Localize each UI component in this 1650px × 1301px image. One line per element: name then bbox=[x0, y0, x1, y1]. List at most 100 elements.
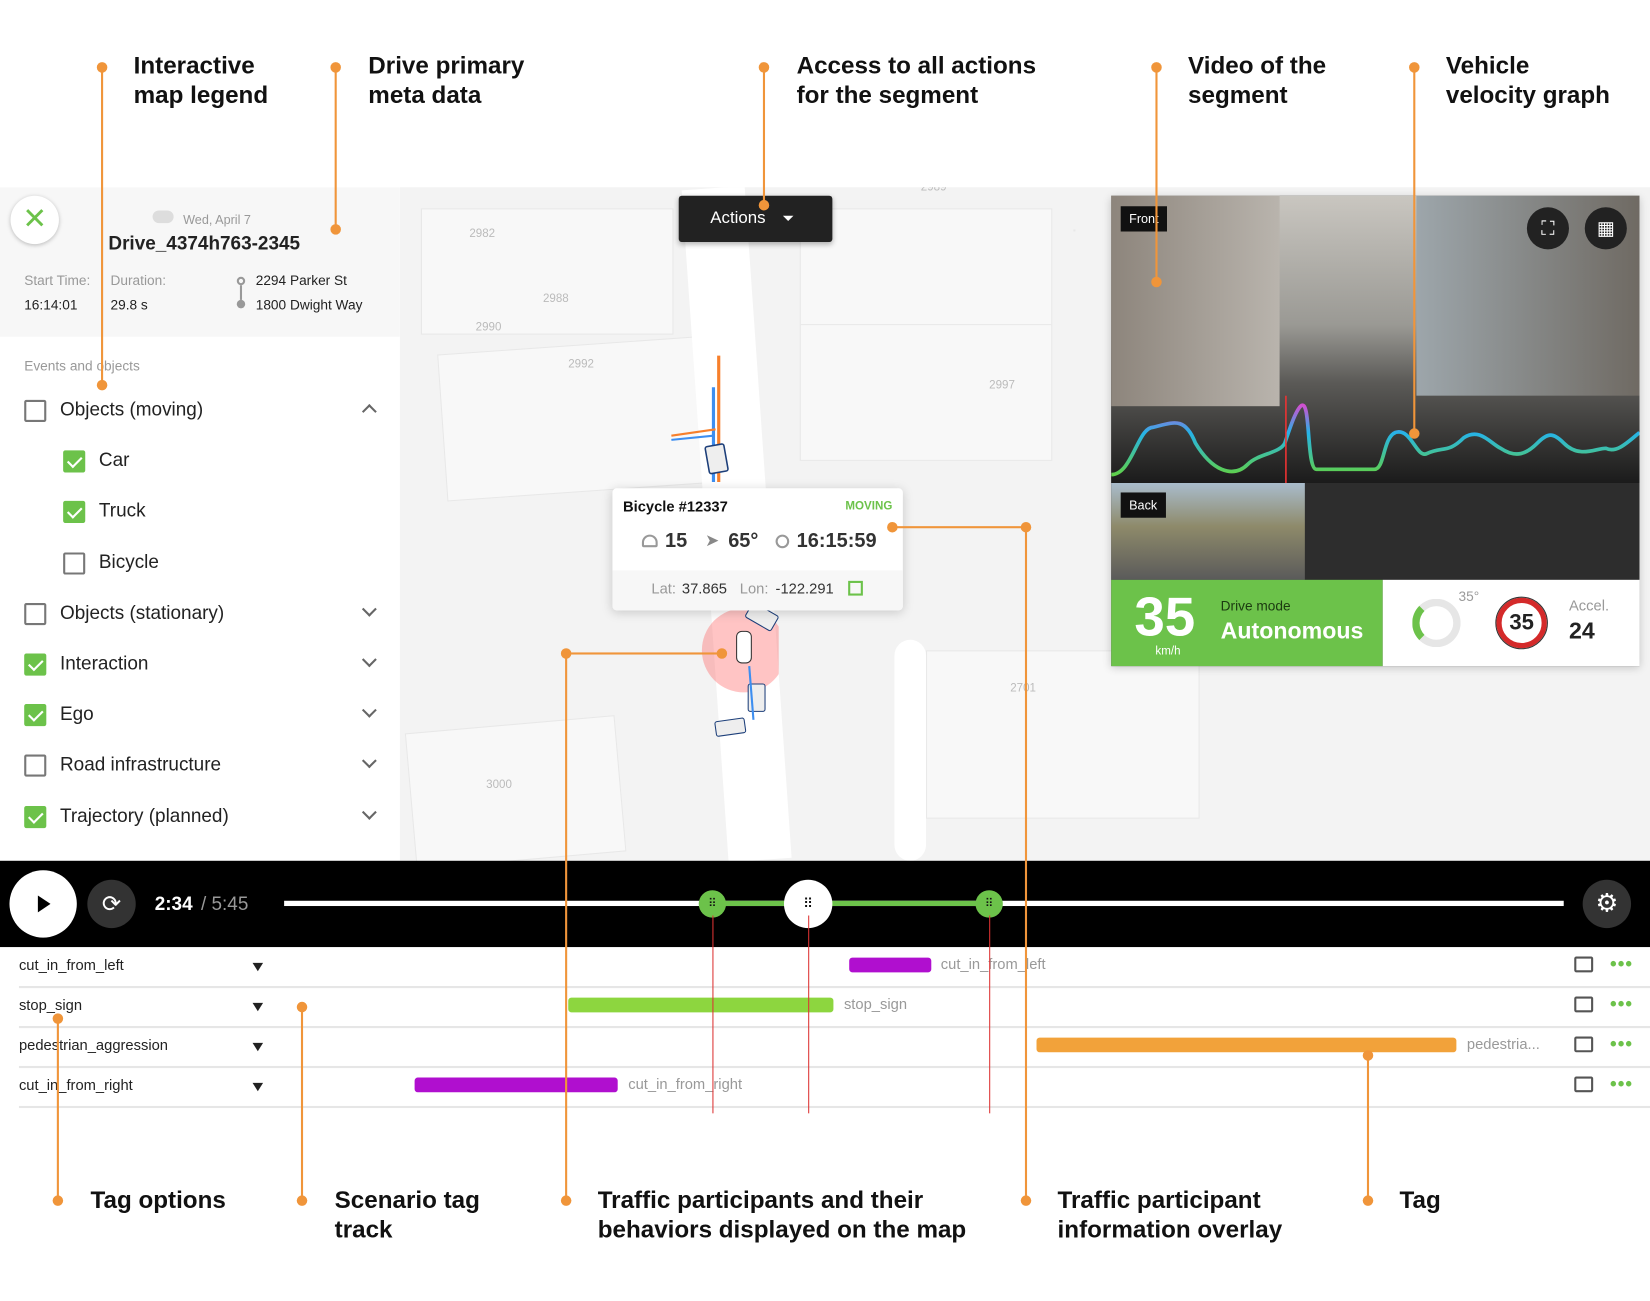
comment-icon[interactable] bbox=[1574, 956, 1594, 973]
map-label: 2989 bbox=[921, 187, 947, 193]
start-time: 16:14:01 bbox=[24, 296, 78, 313]
legend-item[interactable]: Ego bbox=[0, 700, 400, 742]
checkbox[interactable] bbox=[63, 552, 86, 575]
total-time: / 5:45 bbox=[200, 893, 249, 915]
dropdown-arrow-icon[interactable] bbox=[252, 962, 264, 972]
selected-range bbox=[712, 900, 990, 907]
status-badge: MOVING bbox=[845, 499, 893, 513]
chevron-down-icon[interactable] bbox=[361, 804, 377, 820]
play-button[interactable] bbox=[9, 870, 77, 938]
map-label: 2982 bbox=[469, 227, 496, 240]
close-button[interactable]: ✕ bbox=[10, 195, 59, 245]
legend-item[interactable]: Truck bbox=[0, 497, 400, 539]
participant-speed: 15 bbox=[665, 530, 688, 553]
destination-address: 1800 Dwight Way bbox=[255, 296, 363, 313]
legend-item[interactable]: Bicycle bbox=[0, 548, 400, 590]
range-start-handle[interactable]: ⠿ bbox=[698, 890, 727, 918]
drive-name: Drive_4374h763-2345 bbox=[108, 232, 301, 254]
tag[interactable] bbox=[414, 1077, 618, 1093]
legend-item-label: Trajectory (planned) bbox=[59, 804, 229, 826]
front-video[interactable]: Front ⛶ ▦ bbox=[1111, 195, 1640, 484]
tag[interactable] bbox=[568, 997, 834, 1013]
velocity-graph bbox=[1111, 395, 1640, 484]
dropdown-arrow-icon[interactable] bbox=[252, 1042, 264, 1052]
drive-status-panel: 35 km/h Drive mode Autonomous bbox=[1111, 579, 1383, 667]
more-options-icon[interactable]: ••• bbox=[1610, 993, 1633, 1015]
more-options-icon[interactable]: ••• bbox=[1610, 1033, 1633, 1055]
checkbox[interactable] bbox=[24, 704, 47, 727]
checkbox[interactable] bbox=[24, 399, 47, 422]
fullscreen-button[interactable]: ⛶ bbox=[1526, 207, 1569, 250]
drive-mode-label: Drive mode bbox=[1220, 597, 1291, 614]
legend-item[interactable]: Car bbox=[0, 446, 400, 488]
drive-mode: Autonomous bbox=[1220, 617, 1364, 645]
duration: 29.8 s bbox=[110, 296, 148, 313]
legend-item[interactable]: Objects (moving) bbox=[0, 396, 400, 438]
actions-button[interactable]: Actions bbox=[678, 195, 833, 243]
tag-options[interactable]: cut_in_from_right bbox=[19, 1077, 133, 1094]
map-label: 2992 bbox=[568, 357, 595, 371]
map-label: 2701 bbox=[1010, 681, 1036, 695]
clock-icon bbox=[775, 534, 790, 549]
caret-down-icon bbox=[782, 216, 794, 222]
checkbox[interactable] bbox=[24, 602, 47, 625]
sidebar: ✕ Wed, April 7 Drive_4374h763-2345 Start… bbox=[0, 187, 400, 861]
tag-options[interactable]: cut_in_from_left bbox=[19, 957, 124, 974]
range-end-handle[interactable]: ⠿ bbox=[975, 890, 1003, 918]
annotation: Tag bbox=[1399, 1185, 1441, 1214]
comment-icon[interactable] bbox=[1574, 1076, 1594, 1093]
chevron-down-icon[interactable] bbox=[361, 703, 377, 718]
speed-icon bbox=[641, 534, 658, 548]
comment-icon[interactable] bbox=[1574, 996, 1594, 1013]
tag-options[interactable]: stop_sign bbox=[19, 997, 82, 1014]
tag-options[interactable]: pedestrian_aggression bbox=[19, 1037, 168, 1054]
legend-title: Events and objects bbox=[24, 357, 140, 374]
speed-limit-sign: 35 bbox=[1495, 596, 1548, 650]
annotation: Traffic participants and their behaviors… bbox=[597, 1185, 967, 1243]
chevron-up-icon[interactable] bbox=[361, 404, 377, 419]
map-label: 2990 bbox=[475, 320, 502, 334]
more-options-icon[interactable]: ••• bbox=[1610, 953, 1633, 975]
participant-heading: 65° bbox=[728, 530, 759, 553]
tag[interactable] bbox=[849, 957, 932, 973]
legend-item-label: Truck bbox=[98, 500, 146, 522]
vehicle-telemetry: 35° 35 Accel. 24 bbox=[1382, 579, 1640, 667]
comment-icon[interactable] bbox=[1574, 1036, 1594, 1053]
lon-value: -122.291 bbox=[775, 579, 834, 597]
scenario-track: cut_in_from_left cut_in_from_left ••• bbox=[18, 948, 1650, 989]
legend-item[interactable]: Road infrastructure bbox=[0, 751, 400, 793]
legend-item-label: Bicycle bbox=[98, 550, 159, 573]
legend-item[interactable]: Trajectory (planned) bbox=[0, 801, 400, 843]
dropdown-arrow-icon[interactable] bbox=[252, 1002, 264, 1012]
grid-view-button[interactable]: ▦ bbox=[1584, 207, 1627, 250]
back-video[interactable]: Back bbox=[1111, 483, 1305, 580]
scenario-track: cut_in_from_right cut_in_from_right ••• bbox=[18, 1068, 1650, 1109]
tag-label: cut_in_from_right bbox=[628, 1075, 743, 1093]
checkbox[interactable] bbox=[24, 653, 47, 676]
annotation: Video of the segment bbox=[1188, 51, 1327, 109]
annotation: Vehicle velocity graph bbox=[1445, 51, 1610, 109]
checkbox[interactable] bbox=[24, 754, 47, 778]
origin-address: 2294 Parker St bbox=[255, 272, 347, 289]
settings-button[interactable]: ⚙ bbox=[1582, 879, 1632, 929]
scenario-track: stop_sign stop_sign ••• bbox=[18, 988, 1650, 1029]
chevron-down-icon[interactable] bbox=[361, 601, 377, 617]
checkbox[interactable] bbox=[63, 501, 86, 524]
annotation: Access to all actions for the segment bbox=[796, 51, 1037, 109]
lon-label: Lon: bbox=[739, 579, 769, 597]
more-options-icon[interactable]: ••• bbox=[1610, 1073, 1633, 1095]
dropdown-arrow-icon[interactable] bbox=[252, 1082, 264, 1092]
loop-button[interactable]: ⟳ bbox=[87, 879, 136, 929]
external-link-icon[interactable] bbox=[848, 580, 863, 596]
legend-item-label: Interaction bbox=[59, 652, 149, 674]
participant-title: Bicycle #12337 bbox=[622, 497, 728, 515]
checkbox[interactable] bbox=[24, 805, 47, 828]
legend-item[interactable]: Interaction bbox=[0, 649, 400, 691]
tag[interactable] bbox=[1036, 1037, 1457, 1053]
checkbox[interactable] bbox=[63, 450, 86, 473]
map-label: 2997 bbox=[989, 378, 1015, 392]
lat-label: Lat: bbox=[651, 579, 676, 597]
legend-item[interactable]: Objects (stationary) bbox=[0, 599, 400, 641]
chevron-down-icon[interactable] bbox=[361, 652, 377, 668]
chevron-down-icon[interactable] bbox=[361, 753, 377, 769]
